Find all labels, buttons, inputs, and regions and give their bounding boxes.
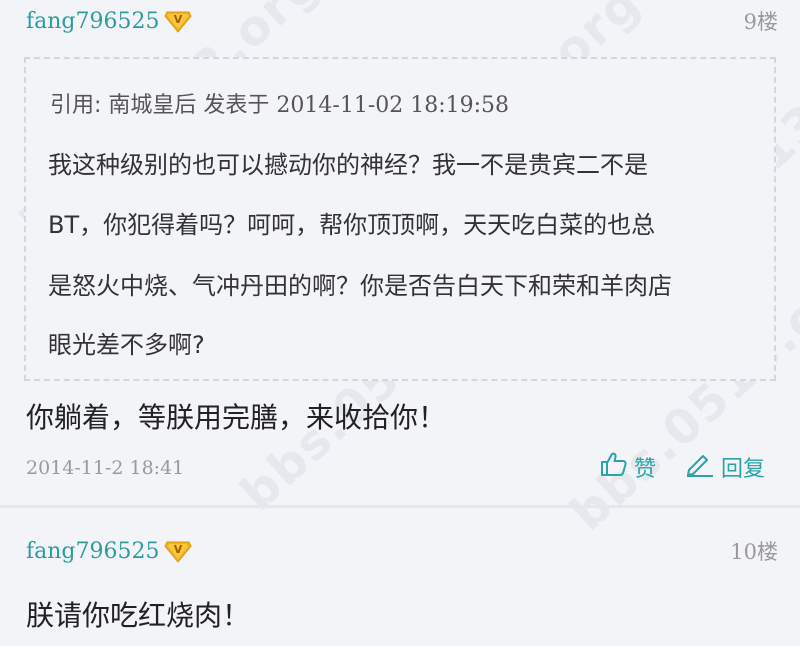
floor-number: 10楼 xyxy=(730,540,778,564)
username[interactable]: fang796525 xyxy=(26,538,160,566)
quote-text-line: 是怒火中烧、气冲丹田的啊？你是否告白天下和荣和羊肉店 xyxy=(48,272,672,300)
vip-v-badge-icon: V xyxy=(164,537,192,565)
quote-text-line: BT，你犯得着吗？呵呵，帮你顶顶啊，天天吃白菜的也总 xyxy=(48,211,656,239)
quote-text-line: 我这种级别的也可以撼动你的神经？我一不是贵宾二不是 xyxy=(48,151,648,179)
post-floor-9: fang796525 V 9楼 引用: 南城皇后 发表于 2014-11-02 … xyxy=(0,0,800,506)
post-date: 2014-11-2 18:41 xyxy=(26,457,185,479)
quote-block: 引用: 南城皇后 发表于 2014-11-02 18:19:58 我这种级别的也… xyxy=(24,57,776,381)
like-button[interactable]: 赞 xyxy=(600,449,656,485)
post-content: 朕请你吃红烧肉！ xyxy=(26,599,251,632)
quote-text-line: 眼光差不多啊? xyxy=(48,331,205,359)
like-label: 赞 xyxy=(634,457,657,482)
post-content: 你躺着，等朕用完膳，来收拾你！ xyxy=(26,401,447,434)
reply-label: 回复 xyxy=(721,457,766,482)
floor-number: 9楼 xyxy=(743,10,778,34)
thumbs-up-icon xyxy=(600,450,634,484)
quote-header: 引用: 南城皇后 发表于 2014-11-02 18:19:58 xyxy=(50,91,509,121)
username[interactable]: fang796525 xyxy=(26,8,160,36)
quote-attribution: 引用: 南城皇后 发表于 xyxy=(50,93,277,118)
vip-v-badge-icon: V xyxy=(164,7,192,35)
svg-text:V: V xyxy=(174,13,183,26)
edit-pencil-icon xyxy=(685,450,721,484)
post-floor-10: fang796525 V 10楼 朕请你吃红烧肉！ xyxy=(0,508,800,646)
quote-date: 2014-11-02 18:19:58 xyxy=(276,93,510,118)
svg-text:V: V xyxy=(174,543,183,556)
reply-button[interactable]: 回复 xyxy=(685,449,765,485)
